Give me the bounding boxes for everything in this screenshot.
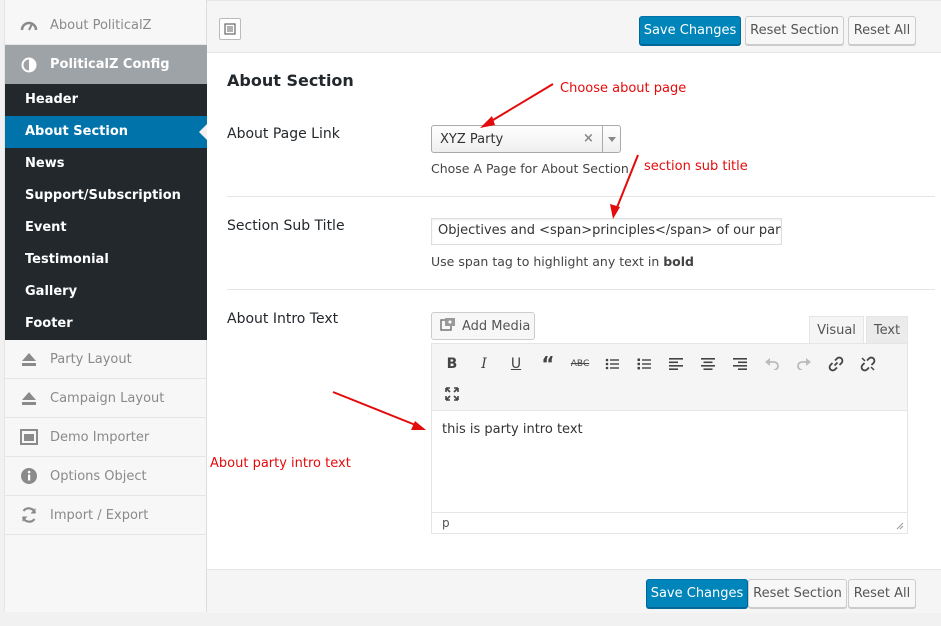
reset-all-button-top[interactable]: Reset All [848,16,916,45]
align-center-icon[interactable] [694,350,722,378]
underline-icon[interactable]: U [502,350,530,378]
sub-title-input[interactable]: Objectives and <span>principles</span> o… [431,218,782,245]
bold-icon[interactable]: B [438,350,466,378]
annotation-intro-text: About party intro text [210,456,351,471]
description-bold-word: bold [663,254,695,269]
info-icon [18,465,40,487]
intro-text-label: About Intro Text [227,311,339,327]
element-path: p [442,516,450,530]
sidebar-item-label: Options Object [50,468,147,484]
submenu-item-about-section[interactable]: About Section [5,116,207,148]
insert-link-icon[interactable] [822,350,850,378]
dashboard-gauge-icon [18,14,40,36]
chevron-down-icon[interactable] [602,126,620,152]
sidebar-item-label: Demo Importer [50,429,150,445]
about-page-description: Chose A Page for About Section [431,161,629,176]
submenu-item-news[interactable]: News [5,148,207,180]
add-media-button[interactable]: Add Media [431,312,535,340]
submenu-item-testimonial[interactable]: Testimonial [5,244,207,276]
sidebar-item-label: About PoliticalZ [50,17,152,33]
sidebar-item-label: Campaign Layout [50,390,165,406]
clear-selection-icon[interactable]: × [583,131,594,146]
annotation-choose-page: Choose about page [560,81,687,96]
sidebar-item-options-object[interactable]: Options Object [5,457,207,496]
resize-handle-icon[interactable] [896,522,904,530]
sub-title-description: Use span tag to highlight any text in bo… [431,254,694,269]
save-button-top[interactable]: Save Changes [639,16,741,45]
save-button-bottom[interactable]: Save Changes [646,579,748,608]
bottom-action-bar: Save Changes Reset Section Reset All [207,569,941,613]
align-left-icon[interactable] [662,350,690,378]
reset-all-button-bottom[interactable]: Reset All [848,579,916,608]
about-page-select[interactable]: XYZ Party × [431,125,621,153]
strikethrough-icon[interactable]: ABC [566,350,594,378]
intro-text-editor: B I U “ ABC this is party intro text p [431,343,908,534]
add-media-label: Add Media [462,318,531,334]
list-icon [224,23,236,35]
sidebar-item-politicalz-config[interactable]: PoliticalZ Config [5,45,207,84]
config-submenu: Header About Section News Support/Subscr… [5,84,207,340]
fullscreen-icon[interactable] [438,380,466,408]
redo-icon[interactable] [790,350,818,378]
bulleted-list-icon[interactable] [598,350,626,378]
undo-icon[interactable] [758,350,786,378]
italic-icon[interactable]: I [470,350,498,378]
annotation-sub-title: section sub title [644,159,748,174]
submenu-item-gallery[interactable]: Gallery [5,276,207,308]
reset-section-button-top[interactable]: Reset Section [745,16,844,45]
half-circle-icon [18,54,40,76]
editor-path-bar: p [432,512,907,533]
tab-visual[interactable]: Visual [809,316,864,344]
refresh-icon [18,504,40,526]
editor-toolbar: B I U “ ABC [432,344,907,411]
align-right-icon[interactable] [726,350,754,378]
expand-options-toggle[interactable] [219,18,241,40]
section-title: About Section [227,71,354,90]
remove-link-icon[interactable] [854,350,882,378]
editor-content[interactable]: this is party intro text [432,412,907,512]
sidebar-item-label: PoliticalZ Config [50,57,170,72]
options-sidebar: About PoliticalZ PoliticalZ Config Heade… [4,0,207,612]
sidebar-item-label: Party Layout [50,351,132,367]
options-panel: About PoliticalZ PoliticalZ Config Heade… [0,0,941,626]
window-icon [18,426,40,448]
eject-icon [18,387,40,409]
blockquote-icon[interactable]: “ [534,350,562,378]
submenu-item-event[interactable]: Event [5,212,207,244]
description-text: Use span tag to highlight any text in [431,254,660,269]
media-icon [440,317,456,335]
sidebar-item-demo-importer[interactable]: Demo Importer [5,418,207,457]
divider [227,289,935,290]
sidebar-item-import-export[interactable]: Import / Export [5,496,207,535]
eject-icon [18,348,40,370]
tab-text[interactable]: Text [866,316,908,344]
submenu-item-header[interactable]: Header [5,84,207,116]
sidebar-item-campaign-layout[interactable]: Campaign Layout [5,379,207,418]
sidebar-item-party-layout[interactable]: Party Layout [5,340,207,379]
divider [227,196,935,197]
select-value: XYZ Party [440,132,504,147]
reset-section-button-bottom[interactable]: Reset Section [748,579,847,608]
sidebar-item-label: Import / Export [50,507,149,523]
submenu-item-support[interactable]: Support/Subscription [5,180,207,212]
numbered-list-icon[interactable] [630,350,658,378]
sidebar-item-about-politicalz[interactable]: About PoliticalZ [5,6,207,45]
sub-title-label: Section Sub Title [227,218,345,234]
submenu-item-footer[interactable]: Footer [5,308,207,340]
about-page-label: About Page Link [227,126,340,142]
top-action-bar: Save Changes Reset Section Reset All [207,1,941,53]
